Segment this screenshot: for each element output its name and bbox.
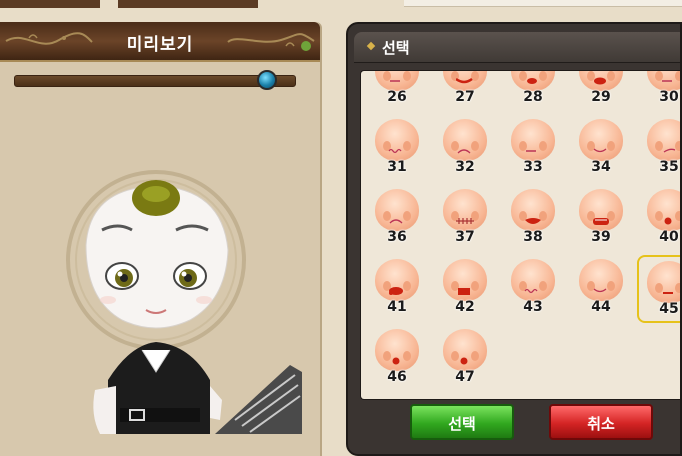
face-number: 43: [523, 299, 543, 315]
face-number: 46: [387, 369, 407, 385]
face-icon: [647, 261, 680, 303]
bullet-icon: [366, 41, 376, 51]
character-avatar: [66, 170, 302, 434]
face-option-42[interactable]: 42: [433, 255, 497, 323]
face-option-27[interactable]: 27: [433, 71, 497, 113]
face-option-40[interactable]: 40: [637, 185, 680, 253]
face-number: 42: [455, 299, 475, 315]
vine-ornament-icon: [227, 33, 315, 51]
face-option-47[interactable]: 47: [433, 325, 497, 393]
background-strip: [0, 0, 100, 8]
face-option-32[interactable]: 32: [433, 115, 497, 183]
face-option-35[interactable]: 35: [637, 115, 680, 183]
background-strip: [404, 0, 682, 7]
face-option-45[interactable]: 45: [637, 255, 680, 323]
face-option-29[interactable]: 29: [569, 71, 633, 113]
face-icon: [511, 259, 555, 301]
face-icon: [443, 189, 487, 231]
face-icon: [647, 71, 680, 91]
face-icon: [511, 119, 555, 161]
face-number: 29: [591, 89, 611, 105]
face-icon: [647, 119, 680, 161]
cancel-button[interactable]: 취소: [549, 404, 653, 440]
face-icon: [443, 329, 487, 371]
face-icon: [443, 71, 487, 91]
face-icon: [443, 119, 487, 161]
face-selection-panel: 선택 26 27 28 29 30 31 32 33 34 35 36 37 38 39 40 41 42 43 4…: [346, 22, 682, 456]
face-option-38[interactable]: 38: [501, 185, 565, 253]
face-number: 27: [455, 89, 475, 105]
face-icon: [511, 189, 555, 231]
face-option-30[interactable]: 30: [637, 71, 680, 113]
face-option-26[interactable]: 26: [365, 71, 429, 113]
slider-knob[interactable]: [256, 70, 277, 90]
face-number: 45: [659, 301, 679, 317]
face-number: 26: [387, 89, 407, 105]
face-number: 30: [659, 89, 679, 105]
face-icon: [375, 329, 419, 371]
face-option-33[interactable]: 33: [501, 115, 565, 183]
face-option-39[interactable]: 39: [569, 185, 633, 253]
face-grid[interactable]: 26 27 28 29 30 31 32 33 34 35 36 37 38 39 40 41 42 43 44 45…: [360, 70, 680, 400]
face-icon: [375, 71, 419, 91]
face-icon: [375, 119, 419, 161]
face-option-46[interactable]: 46: [365, 325, 429, 393]
face-icon: [443, 259, 487, 301]
face-option-28[interactable]: 28: [501, 71, 565, 113]
background-strip: [118, 0, 258, 8]
face-option-34[interactable]: 34: [569, 115, 633, 183]
face-icon: [511, 71, 555, 91]
face-number: 40: [659, 229, 679, 245]
face-option-41[interactable]: 41: [365, 255, 429, 323]
face-number: 37: [455, 229, 475, 245]
face-number: 41: [387, 299, 407, 315]
face-number: 39: [591, 229, 611, 245]
preview-header: 미리보기: [0, 22, 320, 62]
face-number: 28: [523, 89, 543, 105]
selection-title: 선택: [382, 39, 410, 57]
face-option-43[interactable]: 43: [501, 255, 565, 323]
face-number: 35: [659, 159, 679, 175]
face-number: 47: [455, 369, 475, 385]
face-icon: [579, 189, 623, 231]
face-option-37[interactable]: 37: [433, 185, 497, 253]
face-icon: [375, 189, 419, 231]
face-number: 31: [387, 159, 407, 175]
selection-header: 선택: [354, 32, 680, 63]
face-option-44[interactable]: 44: [569, 255, 633, 323]
face-option-31[interactable]: 31: [365, 115, 429, 183]
face-icon: [579, 119, 623, 161]
face-number: 34: [591, 159, 611, 175]
face-icon: [647, 189, 680, 231]
rotation-slider[interactable]: [14, 70, 296, 90]
face-number: 36: [387, 229, 407, 245]
face-number: 33: [523, 159, 543, 175]
confirm-button[interactable]: 선택: [410, 404, 514, 440]
face-number: 38: [523, 229, 543, 245]
face-icon: [579, 71, 623, 91]
face-icon: [579, 259, 623, 301]
face-number: 32: [455, 159, 475, 175]
face-icon: [375, 259, 419, 301]
face-number: 44: [591, 299, 611, 315]
face-option-36[interactable]: 36: [365, 185, 429, 253]
